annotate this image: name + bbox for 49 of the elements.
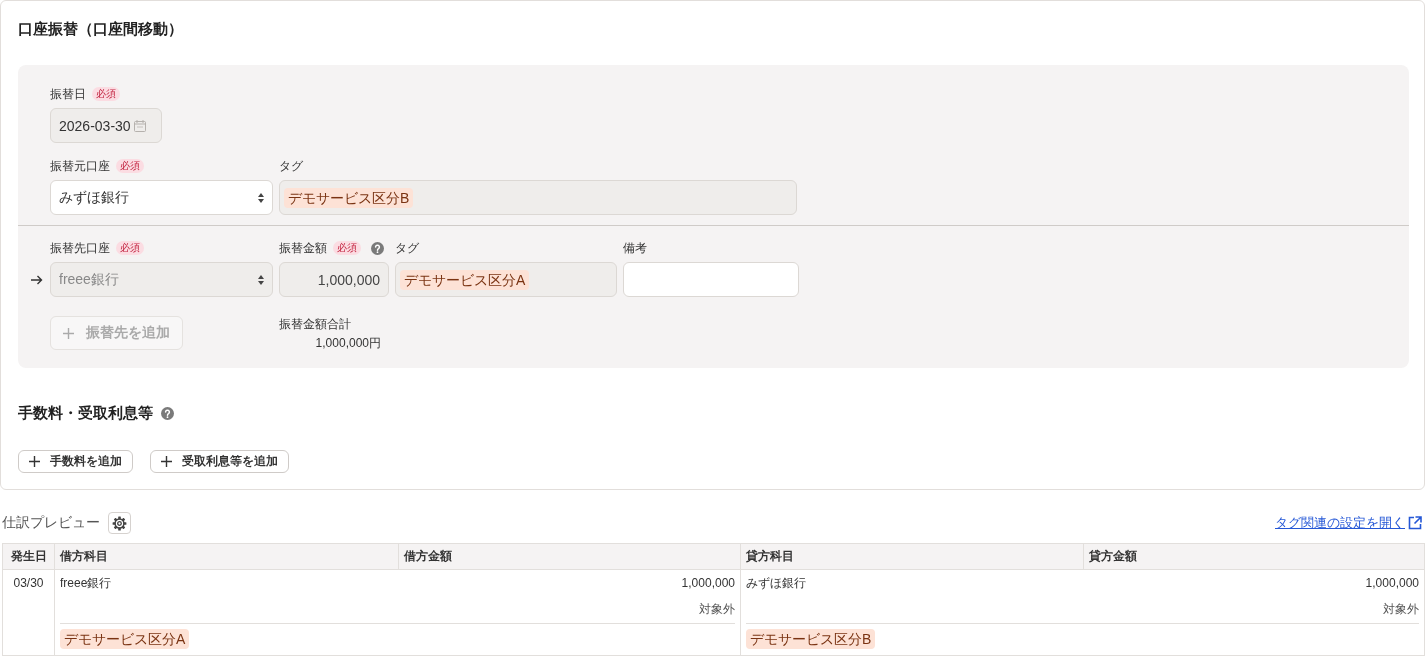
help-icon xyxy=(161,406,174,420)
help-icon xyxy=(371,241,384,255)
page-title: 口座振替（口座間移動） xyxy=(18,19,184,39)
total-amount: 1,000,000円 xyxy=(314,335,382,352)
table-cell: 03/30 xyxy=(3,570,55,655)
field-label: 備考 xyxy=(623,239,647,257)
memo-field[interactable] xyxy=(623,262,799,297)
column-header: 借方科目 xyxy=(55,544,399,570)
column-header: 発生日 xyxy=(3,544,55,570)
field-label: タグ xyxy=(395,239,419,257)
field-label: 振替日 xyxy=(50,85,86,103)
plus-icon xyxy=(161,456,172,467)
required-badge: 必須 xyxy=(116,241,144,255)
tax-category: 対象外 xyxy=(1383,602,1419,616)
column-header: 貸方科目 xyxy=(741,544,1084,570)
updown-caret-icon xyxy=(258,274,264,285)
total-label: 振替金額合計 xyxy=(279,316,352,332)
plus-icon xyxy=(29,456,40,467)
plus-icon xyxy=(63,327,74,339)
field-label: 振替元口座 xyxy=(50,157,110,175)
tag-chip: デモサービス区分B xyxy=(284,187,414,208)
tag-settings-link[interactable]: タグ関連の設定を開く xyxy=(1275,514,1422,532)
updown-caret-icon xyxy=(258,192,264,203)
account-name: freee銀行 xyxy=(60,576,112,590)
preview-title: 仕訳プレビュー xyxy=(2,514,100,532)
add-fee-button[interactable]: 受取利息等を追加 xyxy=(150,450,289,473)
account-name: みずほ銀行 xyxy=(746,576,806,590)
column-header: 借方金額 xyxy=(399,544,741,570)
amount-text: 1,000,000 xyxy=(1365,576,1419,590)
required-badge: 必須 xyxy=(92,87,120,101)
arrow-icon xyxy=(31,274,43,285)
calendar-icon xyxy=(133,119,146,132)
field-label: 振替金額 xyxy=(279,239,327,257)
account-select[interactable]: みずほ銀行 xyxy=(50,180,273,215)
amount-text: 1,000,000 xyxy=(681,576,735,590)
tax-category: 対象外 xyxy=(699,602,735,616)
gear-icon xyxy=(112,515,127,531)
field-label: 振替先口座 xyxy=(50,239,110,257)
required-badge: 必須 xyxy=(333,241,361,255)
field-label: タグ xyxy=(279,157,303,175)
tag-chip: デモサービス区分B xyxy=(746,629,876,649)
column-header: 貸方金額 xyxy=(1084,544,1425,570)
add-fee-button[interactable]: 手数料を追加 xyxy=(18,450,133,473)
tag-chip: デモサービス区分A xyxy=(400,269,530,290)
settings-button[interactable] xyxy=(108,512,131,534)
tag-chip: デモサービス区分A xyxy=(60,629,190,649)
required-badge: 必須 xyxy=(116,159,144,173)
section-title: 手数料・受取利息等 xyxy=(18,403,153,423)
external-link-icon xyxy=(1408,516,1422,530)
